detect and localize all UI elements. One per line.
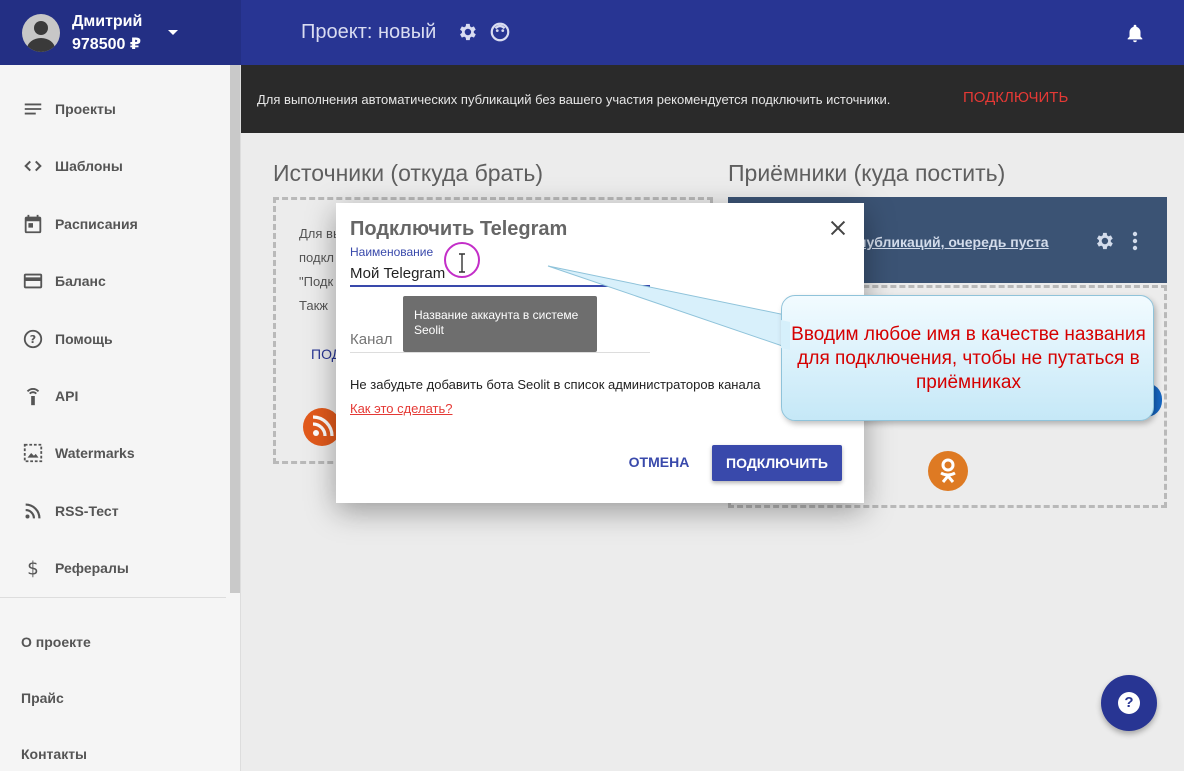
callout-text: Вводим любое имя в качестве названия для… (791, 324, 1146, 393)
connect-button[interactable]: ПОДКЛЮЧИТЬ (712, 445, 842, 481)
sidebar-item-label: API (55, 388, 79, 404)
name-field-label: Наименование (350, 245, 434, 259)
link-contacts[interactable]: Контакты (21, 746, 87, 762)
sidebar-item-help[interactable]: ? Помощь (0, 319, 228, 359)
sidebar-item-label: Шаблоны (55, 158, 123, 174)
help-icon: ? (1118, 692, 1140, 714)
sidebar-item-balance[interactable]: Баланс (0, 261, 228, 301)
bell-icon[interactable] (1124, 22, 1146, 44)
link-about[interactable]: О проекте (21, 634, 91, 650)
svg-text:$: $ (27, 558, 39, 579)
odnoklassniki-icon (940, 458, 956, 483)
link-pricing[interactable]: Прайс (21, 690, 64, 706)
sidebar-divider (0, 597, 226, 598)
user-name: Дмитрий (72, 13, 143, 30)
text-cursor-icon (459, 253, 465, 273)
notice-banner: Для выполнения автоматических публикаций… (241, 65, 1184, 133)
sources-title: Источники (откуда брать) (273, 160, 543, 186)
howto-link[interactable]: Как это сделать? (350, 401, 452, 416)
credit-card-icon (23, 273, 43, 289)
api-icon (26, 388, 40, 406)
calendar-icon (24, 214, 42, 234)
sources-text-line: Такж (299, 298, 328, 313)
sidebar-item-projects[interactable]: Проекты (0, 89, 228, 129)
banner-connect-link[interactable]: ПОДКЛЮЧИТЬ (963, 89, 1068, 106)
user-menu[interactable]: Дмитрий 978500 ₽ (0, 0, 241, 65)
dialog-title: Подключить Telegram (350, 218, 568, 240)
sidebar-item-label: Рефералы (55, 560, 129, 576)
odnoklassniki-receiver-button[interactable] (928, 451, 968, 491)
close-icon[interactable] (827, 217, 849, 239)
sidebar-item-api[interactable]: API (0, 376, 228, 416)
help-button[interactable]: ? (1101, 675, 1157, 731)
face-icon[interactable] (489, 21, 511, 43)
top-bar: Дмитрий 978500 ₽ Проект: новый (0, 0, 1184, 65)
project-title: Проект: новый (301, 21, 437, 43)
annotation-callout: Вводим любое имя в качестве названия для… (781, 295, 1154, 421)
avatar (22, 14, 60, 52)
scrollbar[interactable] (230, 65, 240, 593)
sidebar-item-templates[interactable]: Шаблоны (0, 146, 228, 186)
name-input[interactable] (350, 261, 650, 287)
rss-icon (25, 503, 41, 519)
sidebar-item-rss-test[interactable]: RSS-Тест (0, 491, 228, 531)
receivers-title: Приёмники (куда постить) (728, 160, 1006, 186)
svg-text:?: ? (30, 333, 36, 346)
code-icon (24, 160, 42, 172)
admin-note: Не забудьте добавить бота Seolit в списо… (350, 377, 761, 392)
list-icon (24, 103, 42, 115)
sources-text-line: подкл (299, 250, 334, 265)
sidebar-item-label: Проекты (55, 101, 116, 117)
queue-status-link[interactable]: публикаций, очередь пуста (858, 234, 1049, 250)
sidebar-item-label: RSS-Тест (55, 503, 119, 519)
gear-icon[interactable] (1093, 230, 1115, 252)
more-vert-icon[interactable] (1126, 230, 1144, 252)
sidebar-item-label: Помощь (55, 331, 113, 347)
sources-text-line: "Подк (299, 274, 334, 289)
gear-icon[interactable] (456, 21, 478, 43)
cancel-button[interactable]: ОТМЕНА (616, 448, 702, 476)
user-balance: 978500 ₽ (72, 36, 141, 53)
channel-input[interactable] (350, 327, 650, 353)
sidebar-item-label: Watermarks (55, 445, 135, 461)
sidebar-item-label: Баланс (55, 273, 106, 289)
sidebar-item-referrals[interactable]: $ Рефералы (0, 548, 228, 588)
chevron-down-icon[interactable] (168, 30, 178, 35)
sidebar-item-watermarks[interactable]: Watermarks (0, 433, 228, 473)
sidebar: Проекты Шаблоны Расписания Баланс ? Помо… (0, 65, 241, 771)
banner-text: Для выполнения автоматических публикаций… (257, 92, 891, 107)
dollar-icon: $ (27, 558, 39, 579)
watermark-icon (23, 443, 43, 463)
help-circle-icon: ? (23, 329, 43, 349)
sidebar-item-label: Расписания (55, 216, 138, 232)
sidebar-item-schedules[interactable]: Расписания (0, 204, 228, 244)
